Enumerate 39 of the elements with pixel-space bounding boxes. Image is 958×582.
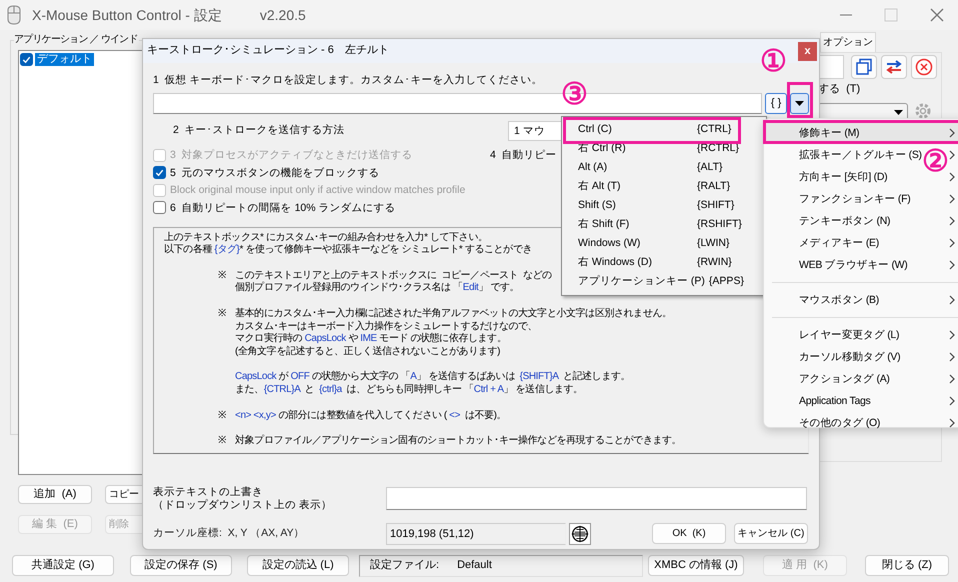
checkbox-label: 6 自動リピートの間隔を 10% ランダムにする: [170, 202, 397, 214]
file-value: Default: [457, 559, 492, 573]
group-label: アプリケーション ／ ウインド: [14, 34, 139, 46]
menu-item-tag: {LWIN}: [697, 237, 730, 250]
note-mark: ※: [218, 435, 227, 448]
step-number: ②: [922, 147, 949, 177]
menu-item-tag: {RSHIFT}: [697, 218, 742, 231]
help-paragraph: 上のテキストボックス* にカスタム･キーの組み合わせを入力* して下さい。 以下の各種 {タグ}* を使って修飾キーや拡張キーなどを シミュレート* することができ: [164, 232, 532, 257]
dialog-title: キーストローク･シミュレーション - 6 左チルト: [147, 44, 389, 58]
menu-item-tag: {RWIN}: [697, 256, 732, 269]
file-label: 設定ファイル:: [370, 559, 440, 573]
help-paragraph: <n> <x,y> の部分には整数値を代入してください ( <> は不要)。: [235, 410, 506, 422]
menu-item-tag: {CTRL}: [697, 123, 732, 136]
override-label: 表示テキストの上書き （ドロップダウンリスト上の 表示）: [153, 486, 333, 512]
note-mark: ※: [218, 410, 227, 422]
menu-item-tag: {SHIFT}: [697, 199, 734, 212]
field-label: する (T): [818, 83, 860, 96]
help-paragraph: 基本的にカスタム･キー入力欄に記述された半角アルファベットの大文字と小文字は区別されません。 カスタム･キーはキーボード入力操作をシミュレートするだけなので、 マクロ実行時の CapsLock や IME モード の状態に依存します。 (全角文字を記述すると、正しく送信されないことがあります): [235, 308, 672, 358]
cursor-value-field: 1019,198 (51,12): [386, 522, 566, 545]
note-mark: ※: [218, 308, 227, 321]
menu-item-tag: {RALT}: [697, 180, 730, 193]
checkbox-label: 3 対象プロセスがアクティブなときだけ送信する: [170, 149, 414, 162]
menu-item-tag: {APPS}: [708, 275, 744, 288]
checkbox-label: 5 元のマウスボタンの機能をブロックする: [170, 166, 381, 180]
note-mark: ※: [218, 270, 227, 283]
cursor-label: カーソル座標: X, Y （AX, AY）: [153, 527, 306, 540]
help-paragraph: CapsLock が OFF の状態から大文字の 「A」 を送信するばあいは {SHIFT}A と記述します。 また、{CTRL}A と {ctrl}a は、どちらも同時押しキー 「Ctrl + A」 を送信します。: [235, 371, 630, 397]
instruction-text: 2 キー･ストロークを送信する方法: [172, 124, 346, 137]
step-number: ①: [760, 47, 787, 77]
window-title: X-Mouse Button Control - 設定: [32, 6, 222, 24]
instruction-text: 1 仮想 キーボード･マクロを設定します。カスタム･キーを入力してください。: [153, 74, 544, 87]
help-paragraph: 対象プロファイル／アプリケーション固有のショートカット･キー操作などを再現することができます。: [235, 435, 682, 448]
step-number: ③: [561, 80, 588, 110]
help-paragraph: このテキストエリアと上のテキストボックスに コピー／ペースト などの 個別プロファイル登録用のウインドウ･クラス名は 「Edit」 です。: [235, 270, 552, 295]
version-label: v2.20.5: [260, 6, 306, 24]
menu-item-tag: {RCTRL}: [697, 142, 740, 155]
checkbox-label: Block original mouse input only if active window matches profile: [170, 184, 466, 197]
instruction-text: 4 自動リピー: [490, 149, 557, 162]
menu-item-tag: {ALT}: [697, 161, 722, 174]
